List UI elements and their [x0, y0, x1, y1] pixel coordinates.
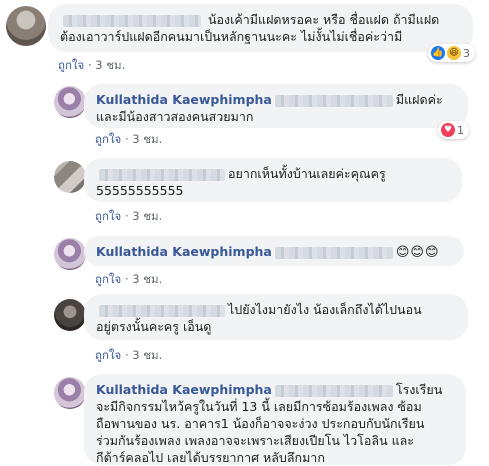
- like-link[interactable]: ถูกใจ: [58, 58, 84, 72]
- like-link[interactable]: ถูกใจ: [95, 209, 121, 223]
- avatar[interactable]: [54, 86, 86, 118]
- blurred-name: [99, 168, 225, 181]
- separator: ·: [124, 209, 129, 223]
- comment-meta: ถูกใจ · 3 ชม.: [58, 57, 125, 75]
- avatar[interactable]: [54, 377, 86, 409]
- comment-meta: ถูกใจ · 3 ชม.: [95, 208, 162, 226]
- reply-bubble: Kullathida Kaewphimpha มีแฝดค่ะ และมีน้อง…: [84, 84, 468, 128]
- comment-text: อยากเห็นทั้งบ้านเลยค่ะคุณครู: [228, 166, 386, 181]
- comment-meta: ถูกใจ · 3 ชม.: [95, 347, 162, 365]
- avatar[interactable]: [6, 6, 46, 46]
- timestamp[interactable]: 3 ชม.: [132, 272, 162, 286]
- reaction-summary[interactable]: 👍 😆 3: [428, 44, 475, 62]
- timestamp[interactable]: 3 ชม.: [132, 209, 162, 223]
- timestamp[interactable]: 3 ชม.: [132, 132, 162, 146]
- separator: ·: [124, 348, 129, 362]
- comment-text: น้องเค้ามีแฝดหรอคะ หรือ ชื่อแฝด ถ้ามีแฝด: [207, 12, 440, 27]
- like-link[interactable]: ถูกใจ: [95, 272, 121, 286]
- reaction-summary[interactable]: ♥ 1: [438, 121, 469, 139]
- timestamp[interactable]: 3 ชม.: [132, 348, 162, 362]
- like-link[interactable]: ถูกใจ: [95, 348, 121, 362]
- comment-bubble: น้องเค้ามีแฝดหรอคะ หรือ ชื่อแฝด ถ้ามีแฝด…: [48, 4, 473, 52]
- author-name[interactable]: Kullathida Kaewphimpha: [96, 244, 272, 259]
- comment-text-line: และมีน้องสาวสองคนสวยมาก: [96, 109, 254, 124]
- like-icon: 👍: [431, 46, 445, 60]
- like-link[interactable]: ถูกใจ: [95, 132, 121, 146]
- blurred-name: [274, 94, 393, 107]
- avatar[interactable]: [54, 299, 86, 331]
- comment-text-line: ต้องเอาวาร์ปแฝดอีกคนมาเป็นหลักฐานนะคะ ไม…: [60, 29, 403, 44]
- reply-bubble: ไปยังไงมายังไง น้องเล็กถึงได้ไปนอน อยู่ต…: [84, 294, 468, 340]
- emoji-text: 😊😊😊: [395, 245, 440, 260]
- reply-bubble: อยากเห็นทั้งบ้านเลยค่ะคุณครู 55555555555: [84, 158, 462, 202]
- comment-text: ไปยังไงมายังไง น้องเล็กถึงได้ไปนอน: [228, 302, 422, 317]
- comment-text-line: อยู่ตรงนั้นคะครู เอ็นดู: [96, 319, 212, 334]
- blurred-name: [63, 14, 201, 27]
- avatar[interactable]: [54, 161, 86, 193]
- love-icon: ♥: [441, 123, 455, 137]
- avatar[interactable]: [54, 238, 86, 270]
- blurred-name: [274, 384, 393, 397]
- comment-meta: ถูกใจ · 3 ชม.: [95, 131, 162, 149]
- comment-text-line: กีต้าร์คลอไป เลยได้บรรยากาศ หลับลึกมาก: [96, 450, 325, 465]
- comment-text: โรงเรียน: [395, 382, 443, 397]
- comment-text-line: ถือพานของ นร. อาคาร1 น้องก็อาจจะง่วง ประ…: [96, 416, 425, 431]
- separator: ·: [87, 58, 92, 72]
- comment-meta: ถูกใจ · 3 ชม.: [95, 271, 162, 289]
- comment-text-line: 55555555555: [96, 183, 184, 198]
- comment-text: มีแฝดค่ะ: [395, 92, 443, 107]
- reply-bubble: Kullathida Kaewphimpha โรงเรียน จะมีกิจกร…: [84, 374, 466, 465]
- separator: ·: [124, 132, 129, 146]
- author-name[interactable]: Kullathida Kaewphimpha: [96, 382, 272, 397]
- reaction-count: 3: [463, 46, 470, 60]
- timestamp[interactable]: 3 ชม.: [95, 58, 125, 72]
- reaction-count: 1: [457, 123, 464, 137]
- haha-icon: 😆: [447, 46, 461, 60]
- comment-text-line: ร่วมกันร้องเพลง เพลงอาจจะเพราะเสียงเปียโ…: [96, 433, 415, 448]
- reply-bubble: Kullathida Kaewphimpha 😊😊😊: [84, 236, 464, 266]
- comment-text-line: จะมีกิจกรรมไหว้ครูในวันที่ 13 นี้ เลยมีก…: [96, 399, 422, 414]
- blurred-name: [99, 304, 225, 317]
- separator: ·: [124, 272, 129, 286]
- author-name[interactable]: Kullathida Kaewphimpha: [96, 92, 272, 107]
- blurred-name: [274, 246, 393, 259]
